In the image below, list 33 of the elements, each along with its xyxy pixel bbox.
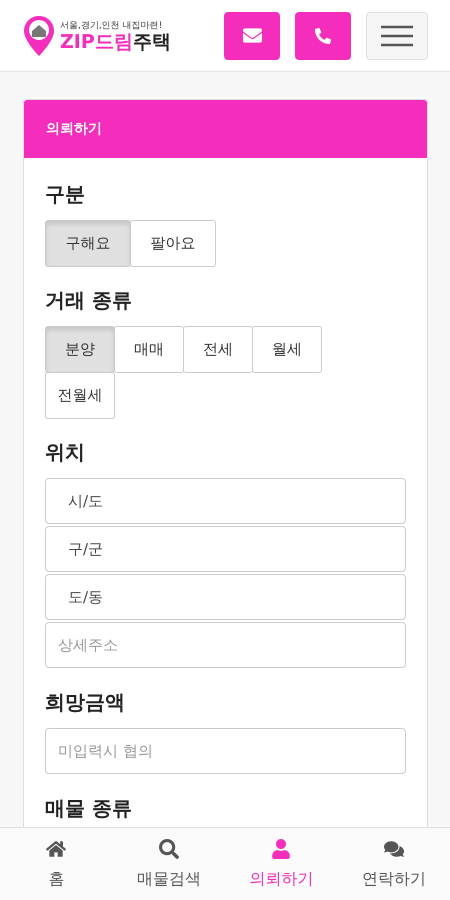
search-icon <box>158 838 179 858</box>
option-button[interactable]: 매매 <box>114 326 184 373</box>
option-button[interactable]: 분양 <box>45 326 115 373</box>
mail-icon <box>242 26 262 45</box>
nav-tab[interactable]: 홈 <box>0 828 112 900</box>
mail-button[interactable] <box>224 12 280 60</box>
logo-brand-suffix: 주택 <box>132 32 171 52</box>
option-button[interactable]: 전월세 <box>45 372 115 419</box>
option-button[interactable]: 팔아요 <box>130 220 216 267</box>
phone-button[interactable] <box>295 12 351 60</box>
card-title: 의뢰하기 <box>46 120 102 138</box>
user-icon <box>271 838 292 858</box>
section-label: 구분 <box>45 181 86 208</box>
home-icon <box>46 838 66 858</box>
section-label: 매물 종류 <box>45 795 133 822</box>
logo-tagline: 서울,경기,인천 내집마련! <box>60 20 164 32</box>
menu-icon <box>381 24 413 46</box>
section-label: 희망금액 <box>45 689 126 716</box>
select-field[interactable]: 시/도 <box>45 478 406 524</box>
option-button[interactable]: 월세 <box>252 326 322 373</box>
select-field[interactable]: 도/동 <box>45 574 406 620</box>
nav-tab[interactable]: 매물검색 <box>112 828 225 900</box>
menu-button[interactable] <box>366 12 428 60</box>
phone-icon <box>315 28 331 44</box>
logo-icon <box>24 16 54 56</box>
chat-icon <box>384 838 404 858</box>
section-label: 위치 <box>45 439 86 466</box>
logo-brand: ZIP드림 <box>60 32 133 52</box>
select-field[interactable]: 구/군 <box>45 526 406 572</box>
option-button[interactable]: 구해요 <box>45 220 131 267</box>
option-button[interactable]: 전세 <box>183 326 253 373</box>
section-label: 거래 종류 <box>45 287 133 314</box>
nav-tab[interactable]: 연락하기 <box>338 828 450 900</box>
